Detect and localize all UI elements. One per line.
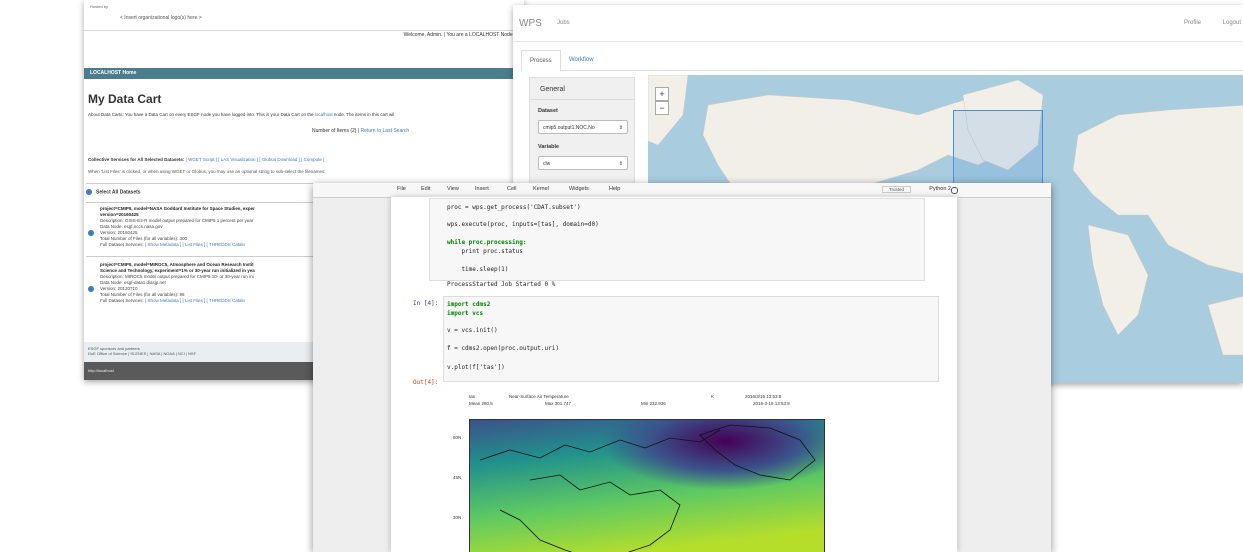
menu-view[interactable]: View xyxy=(447,186,459,192)
input-prompt: In [4]: xyxy=(413,300,439,307)
y-tick-label: 30N xyxy=(453,515,462,520)
y-tick-label: 45N xyxy=(453,475,462,480)
las-visualization-link[interactable]: [ LAS Visualization ] xyxy=(218,157,258,162)
number-of-items: Number of Items (2) | Return to Last Sea… xyxy=(312,128,410,134)
code-line: while proc.processing: xyxy=(447,239,527,246)
zoom-out-button[interactable]: − xyxy=(655,101,669,115)
dataset-checkbox-icon[interactable] xyxy=(88,286,94,292)
return-to-search-link[interactable]: Return to Last Search xyxy=(361,128,410,134)
logo-placeholder: < Insert organizational logo(s) here > xyxy=(120,15,202,21)
zoom-in-button[interactable]: + xyxy=(655,87,669,101)
plot-date-2: 2016-3-16 13:53:8 xyxy=(753,401,790,406)
code-line: f = cdms2.open(proc.output.uri) xyxy=(447,345,559,352)
tab-process[interactable]: Process xyxy=(521,50,561,72)
plot-mean: Mean 280.5 xyxy=(469,401,493,406)
globus-download-link[interactable]: [ Globus Download ] xyxy=(259,157,300,162)
code-line: proc = wps.get_process('CDAT.subset') xyxy=(447,204,581,211)
plot-units: K xyxy=(711,394,715,399)
variable-label: Variable xyxy=(538,144,560,150)
cart-navbar: LOCALHOST Home xyxy=(84,68,524,79)
nav-home-link[interactable]: LOCALHOST Home xyxy=(90,70,136,76)
plot-var: tas xyxy=(469,394,476,399)
menu-file[interactable]: File xyxy=(397,186,406,192)
trusted-badge[interactable]: Trusted xyxy=(881,186,911,193)
dataset-select[interactable]: cmip5.output1.NOC.No ⇕ xyxy=(538,120,628,134)
wps-navbar: WPS Jobs Profile Logout xyxy=(513,5,1243,42)
wps-brand[interactable]: WPS xyxy=(519,18,542,29)
kernel-status-icon xyxy=(951,187,958,194)
output-prompt: Out[4]: xyxy=(413,379,439,386)
localhost-link[interactable]: localhost xyxy=(315,112,333,117)
menu-insert[interactable]: Insert xyxy=(475,186,489,192)
hosted-by-label: Hosted by xyxy=(90,4,109,9)
code-line: import vcs xyxy=(447,310,484,317)
dataset-label: Dataset xyxy=(538,108,558,114)
dataset-service-links[interactable]: [ Show Metadata ] [ List Files ] [ THRED… xyxy=(145,242,245,247)
nav-jobs-link[interactable]: Jobs xyxy=(557,20,570,26)
plot-date: 2016/3/16 13:53:8 xyxy=(745,394,782,399)
jupyter-notebook-window: File Edit View Insert Cell Kernel Widget… xyxy=(313,183,1051,552)
code-line: v = vcs.init() xyxy=(447,327,498,334)
dataset-services: Full Dataset Services: [ Show Metadata ]… xyxy=(100,298,245,303)
status-url: http://localhost xyxy=(88,368,114,373)
variable-select[interactable]: clw ⇕ xyxy=(538,156,628,170)
select-all-checkbox-icon[interactable] xyxy=(86,189,92,195)
domain-selection-box[interactable] xyxy=(953,110,1043,184)
dataset-services: Full Dataset Services: [ Show Metadata ]… xyxy=(100,242,245,247)
plot-min: Min 232.936 xyxy=(641,401,666,406)
profile-link[interactable]: Profile xyxy=(1184,20,1201,26)
filter-note: When 'List Files' is clicked, or when us… xyxy=(88,169,326,174)
temperature-map-plot xyxy=(469,419,825,552)
wget-script-link[interactable]: [ WGET Script ] xyxy=(186,157,217,162)
select-all-datasets[interactable]: Select All Datasets xyxy=(86,189,141,195)
menu-edit[interactable]: Edit xyxy=(421,186,430,192)
kernel-name: Python 2 xyxy=(929,186,951,192)
dataset-entry: project=CMIP5, model=MIROC5, Atmosphere … xyxy=(88,262,255,304)
cell-output: ProcessStarted Job Started 0 % xyxy=(447,281,556,288)
cart-header: Hosted by < Insert organizational logo(s… xyxy=(84,0,524,31)
code-line: import cdms2 xyxy=(447,301,491,308)
collective-services: Collective Services for All Selected Dat… xyxy=(88,157,325,162)
code-line: wps.execute(proc, inputs=[tas], domain=d… xyxy=(447,221,599,228)
tab-workflow[interactable]: Workflow xyxy=(561,50,602,70)
compute-link[interactable]: [ Compute ] xyxy=(301,157,324,162)
notebook-menubar: File Edit View Insert Cell Kernel Widget… xyxy=(313,183,1051,198)
menu-cell[interactable]: Cell xyxy=(507,186,516,192)
y-tick-label: 60N xyxy=(453,435,462,440)
plot-svg xyxy=(470,420,824,552)
select-arrows-icon: ⇕ xyxy=(618,125,623,131)
menu-widgets[interactable]: Widgets xyxy=(569,186,589,192)
menu-help[interactable]: Help xyxy=(609,186,620,192)
logout-link[interactable]: Logout xyxy=(1223,20,1241,26)
panel-title: General xyxy=(530,78,634,100)
welcome-text: Welcome, Admin. | You are a LOCALHOST No… xyxy=(403,32,524,38)
code-line: print proc.status xyxy=(447,248,523,255)
menu-kernel[interactable]: Kernel xyxy=(533,186,549,192)
dataset-checkbox-icon[interactable] xyxy=(88,230,94,236)
dataset-service-links[interactable]: [ Show Metadata ] [ List Files ] [ THRED… xyxy=(145,298,245,303)
dataset-entry: project=CMIP5, model=NASA Goddard Instit… xyxy=(88,206,255,248)
code-cell[interactable] xyxy=(443,296,939,382)
about-data-carts: About Data Carts: You have a Data Cart o… xyxy=(88,112,395,117)
code-line: time.sleep(1) xyxy=(447,266,509,273)
plot-max: Max 301.747 xyxy=(545,401,572,406)
wps-tabs: Process Workflow xyxy=(521,50,1243,72)
code-line: v.plot(f['tas']) xyxy=(447,364,505,371)
page-title: My Data Cart xyxy=(88,92,162,106)
plot-long-name: Near-Surface Air Temperature xyxy=(509,394,569,399)
select-arrows-icon: ⇕ xyxy=(618,161,623,167)
